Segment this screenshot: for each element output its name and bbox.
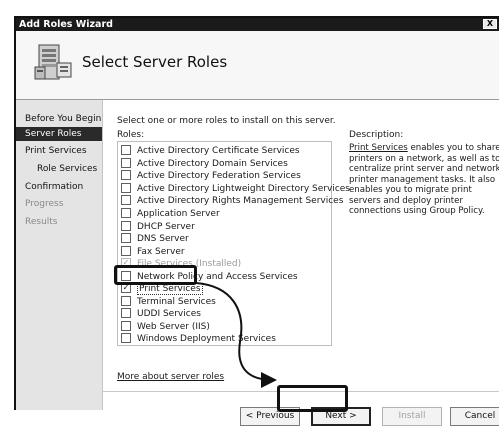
nav-item-role-services[interactable]: Role Services [16,162,102,176]
role-checkbox[interactable] [121,194,131,205]
role-checkbox[interactable] [121,169,131,180]
role-item[interactable]: Active Directory Lightweight Directory S… [121,182,350,195]
role-checkbox[interactable] [121,332,131,343]
nav-item-print-services[interactable]: Print Services [16,144,102,158]
role-checkbox-checked[interactable]: ✓ [121,282,131,293]
role-item-print-services[interactable]: ✓ Print Services [121,282,203,295]
more-about-server-roles-link[interactable]: More about server roles [117,372,224,382]
wizard-header: Select Server Roles [16,31,499,100]
role-item[interactable]: Active Directory Certificate Services [121,144,300,157]
instructions-text: Select one or more roles to install on t… [117,116,336,126]
close-button[interactable]: X [483,19,497,29]
server-roles-icon [34,44,72,80]
role-item[interactable]: Fax Server [121,245,185,258]
description-title: Description: [349,130,404,140]
role-item[interactable]: DHCP Server [121,220,195,233]
role-item[interactable]: Network Policy and Access Services [121,270,298,283]
role-checkbox[interactable] [121,295,131,306]
title-bar[interactable]: Add Roles Wizard X [16,18,499,31]
role-checkbox[interactable] [121,320,131,331]
role-item[interactable]: Web Server (IIS) [121,320,210,333]
role-item: ✓ File Services (Installed) [121,257,242,269]
role-item[interactable]: Active Directory Federation Services [121,169,301,182]
description-text: Print Services enables you to share prin… [349,143,499,216]
nav-item-before-you-begin[interactable]: Before You Begin [16,112,102,126]
role-item[interactable]: Windows Deployment Services [121,332,276,345]
role-checkbox[interactable] [121,220,131,231]
nav-item-results: Results [25,217,58,227]
wizard-window: Add Roles Wizard X Select Server Roles B… [14,16,499,426]
nav-item-server-roles[interactable]: Server Roles [16,127,102,141]
role-checkbox[interactable] [121,307,131,318]
role-checkbox[interactable] [121,270,131,281]
role-checkbox[interactable] [121,157,131,168]
role-item[interactable]: Terminal Services [121,295,216,308]
print-services-link[interactable]: Print Services [349,143,408,153]
roles-list[interactable]: Active Directory Certificate Services Ac… [117,141,350,346]
role-item[interactable]: UDDI Services [121,307,201,320]
role-checkbox[interactable] [121,232,131,243]
nav-item-progress: Progress [25,199,64,209]
role-checkbox-checked: ✓ [121,257,131,268]
role-checkbox[interactable] [121,245,131,256]
roles-label: Roles: [117,130,145,140]
wizard-nav: Before You Begin Server Roles Print Serv… [16,100,103,410]
role-item[interactable]: Active Directory Domain Services [121,157,288,170]
role-item[interactable]: Application Server [121,207,220,220]
content-pane: Select one or more roles to install on t… [103,100,499,426]
role-checkbox[interactable] [121,182,131,193]
page-title: Select Server Roles [82,53,228,71]
role-item[interactable]: DNS Server [121,232,189,245]
role-checkbox[interactable] [121,207,131,218]
role-checkbox[interactable] [121,144,131,155]
window-title: Add Roles Wizard [19,19,113,30]
footer-separator [103,391,499,392]
nav-item-confirmation[interactable]: Confirmation [16,180,102,194]
role-item[interactable]: Active Directory Rights Management Servi… [121,194,343,207]
